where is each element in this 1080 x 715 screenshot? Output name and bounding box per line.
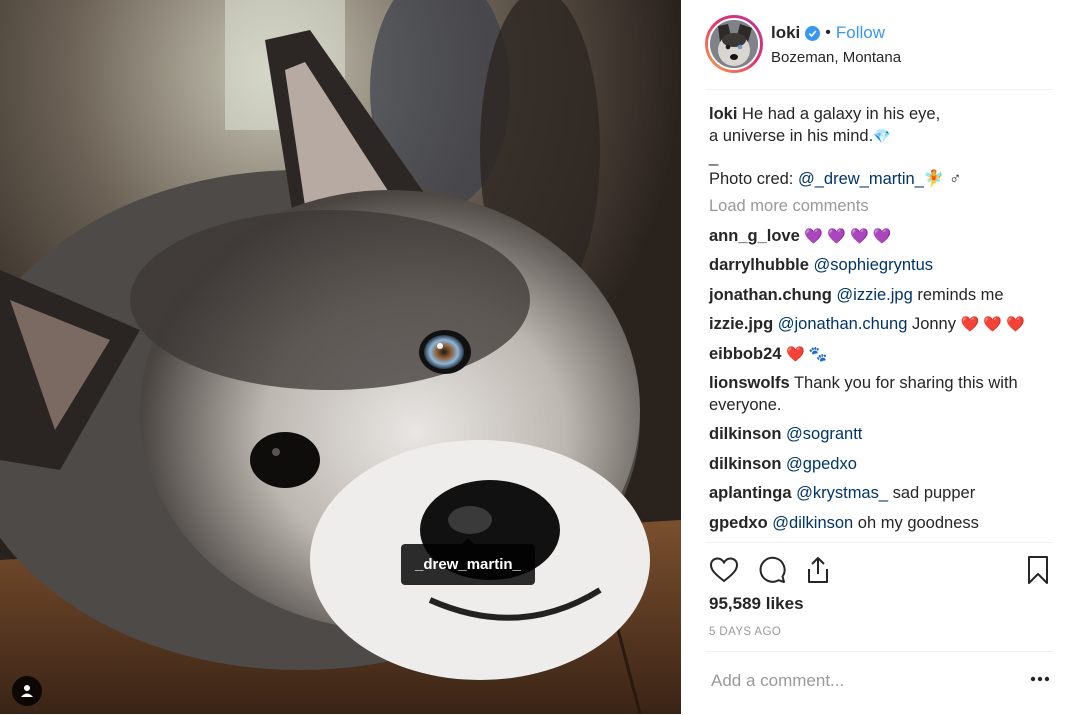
caption-line-1: He had a galaxy in his eye, — [742, 105, 941, 123]
load-more-comments-link[interactable]: Load more comments — [709, 196, 1049, 218]
comment-row: aplantinga @krystmas_ sad pupper — [709, 483, 1049, 505]
heart-icon[interactable] — [709, 555, 739, 585]
user-tag-button[interactable] — [12, 676, 42, 706]
comment-username[interactable]: lionswolfs — [709, 374, 790, 392]
avatar-husky-image — [710, 20, 758, 68]
comment-emoji: ❤️ 🐾 — [786, 345, 828, 363]
bookmark-icon[interactable] — [1023, 555, 1053, 585]
comment-emoji: 💜 💜 💜 💜 — [804, 227, 892, 245]
post-side-panel: loki • Follow Bozeman, Montana loki He h… — [681, 0, 1080, 714]
comment-row: dilkinson @sograntt — [709, 424, 1049, 446]
caption-line-2: a universe in his mind. — [709, 126, 874, 145]
comment-row: dilkinson @gpedxo — [709, 454, 1049, 476]
comment-emoji: ❤️ ❤️ ❤️ — [960, 316, 1025, 333]
comment-icon[interactable] — [757, 555, 787, 585]
separator-dot: • — [825, 24, 831, 41]
comment-username[interactable]: dilkinson — [709, 455, 781, 473]
comment-mention[interactable]: @izzie.jpg — [836, 286, 912, 304]
comment-row: gpedxo @dilkinson oh my goodness — [709, 513, 1049, 535]
add-comment-bar — [705, 651, 1053, 715]
post-caption: loki He had a galaxy in his eye, a unive… — [709, 104, 1049, 190]
user-tag-icon — [21, 685, 33, 697]
avatar-story-ring[interactable] — [705, 15, 763, 73]
comment-username[interactable]: izzie.jpg — [709, 315, 773, 333]
comment-row: ann_g_love 💜 💜 💜 💜 — [709, 226, 1049, 248]
follow-button[interactable]: Follow — [836, 23, 885, 43]
comment-text: reminds me — [912, 285, 1004, 304]
comments-list: loki He had a galaxy in his eye, a unive… — [709, 104, 1049, 534]
comment-row: lionswolfs Thank you for sharing this wi… — [709, 373, 1049, 416]
comment-row: jonathan.chung @izzie.jpg reminds me — [709, 285, 1049, 307]
comment-username[interactable]: eibbob24 — [709, 345, 781, 363]
husky-photo — [0, 0, 681, 714]
comment-row: izzie.jpg @jonathan.chung Jonny ❤️ ❤️ ❤️ — [709, 314, 1049, 336]
photo-tag-label[interactable]: _drew_martin_ — [401, 538, 535, 585]
share-icon[interactable] — [803, 555, 833, 585]
add-comment-input[interactable] — [709, 666, 1013, 696]
more-options-button[interactable] — [1027, 666, 1053, 692]
comment-text: sad pupper — [888, 484, 976, 502]
more-options-icon — [1030, 676, 1050, 682]
comment-mention[interactable]: @sophiegryntus — [814, 256, 933, 274]
post-photo[interactable]: _drew_martin_ — [0, 0, 681, 714]
post-timestamp[interactable]: 5 DAYS AGO — [709, 626, 781, 638]
comment-username[interactable]: dilkinson — [709, 425, 781, 443]
post-header: loki • Follow Bozeman, Montana — [705, 15, 1053, 90]
caption-line-4-prefix: Photo cred: — [709, 169, 798, 188]
verified-badge-icon — [805, 25, 821, 41]
comment-mention[interactable]: @sograntt — [786, 425, 862, 443]
post-actions-bar — [705, 542, 1053, 591]
post-location[interactable]: Bozeman, Montana — [771, 49, 901, 66]
comment-text: oh my goodness — [853, 513, 979, 532]
comment-mention[interactable]: @jonathan.chung — [778, 315, 908, 333]
comment-username[interactable]: darrylhubble — [709, 256, 809, 274]
comment-username[interactable]: gpedxo — [709, 514, 768, 532]
likes-count[interactable]: 95,589 likes — [709, 594, 804, 614]
comment-row: darrylhubble @sophiegryntus — [709, 255, 1049, 277]
comment-username[interactable]: aplantinga — [709, 484, 792, 502]
comment-username[interactable]: ann_g_love — [709, 227, 800, 245]
comment-mention[interactable]: @krystmas_ — [796, 484, 888, 502]
gem-emoji: 💎 — [873, 127, 891, 144]
caption-username[interactable]: loki — [709, 105, 737, 123]
comment-row: eibbob24 ❤️ 🐾 — [709, 344, 1049, 366]
avatar — [708, 18, 760, 70]
caption-mention[interactable]: @_drew_martin_ — [798, 170, 924, 188]
comment-text: Jonny — [907, 315, 961, 333]
caption-line-3: _ — [709, 148, 719, 166]
comment-mention[interactable]: @gpedxo — [786, 455, 857, 473]
caption-line-4-suffix: 🧚 ♂ — [923, 169, 962, 188]
post-username[interactable]: loki — [771, 23, 800, 43]
header-user-line: loki • Follow — [771, 23, 885, 43]
comment-username[interactable]: jonathan.chung — [709, 286, 832, 304]
comment-mention[interactable]: @dilkinson — [772, 514, 853, 532]
